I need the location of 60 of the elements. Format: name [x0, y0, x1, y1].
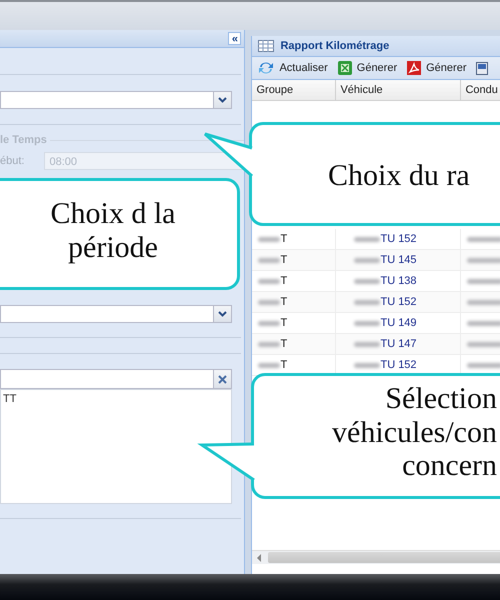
- cell-text: T: [280, 275, 288, 287]
- column-header[interactable]: Véhicule: [336, 80, 462, 100]
- cell-text: TU 152: [380, 359, 417, 371]
- pdf-icon: [407, 61, 422, 75]
- cell-text: T: [280, 317, 288, 329]
- horizontal-scrollbar[interactable]: [252, 550, 500, 564]
- blurred-text: [258, 342, 280, 346]
- blurred-text: [354, 362, 380, 368]
- dropdown-field[interactable]: [0, 91, 232, 109]
- cell-text: TU 147: [380, 338, 417, 350]
- search-field[interactable]: [0, 369, 232, 389]
- toolbar-button[interactable]: Génerer: [404, 61, 470, 75]
- cell-text: T: [280, 233, 288, 245]
- blurred-text: [258, 278, 280, 284]
- printer-icon: [476, 62, 488, 74]
- cell-text: T: [280, 254, 288, 266]
- cell-text: TU 152: [380, 233, 417, 245]
- callout: Choix d la période: [0, 178, 240, 290]
- blurred-text: [258, 236, 280, 242]
- blurred-text: [258, 258, 280, 262]
- panel-title: Rapport Kilométrage: [280, 40, 390, 52]
- column-header[interactable]: Groupe: [252, 80, 336, 100]
- callout: Sélection véhicules/con concern: [251, 373, 500, 499]
- blurred-text: [258, 320, 280, 326]
- cell-text: TU 152: [380, 296, 417, 308]
- blurred-text: [354, 258, 380, 262]
- blurred-text: [354, 278, 380, 284]
- cell-text: T: [280, 338, 288, 350]
- blurred-text: [467, 342, 500, 346]
- scroll-left-icon[interactable]: [256, 554, 262, 562]
- clear-icon[interactable]: [213, 370, 231, 388]
- collapse-button[interactable]: «: [228, 32, 242, 45]
- field-label: ébut:: [0, 155, 24, 167]
- blurred-text: [354, 342, 380, 346]
- toolbar-button[interactable]: Génerer: [334, 61, 400, 75]
- blurred-text: [354, 236, 380, 242]
- blurred-text: [354, 300, 380, 304]
- scroll-thumb[interactable]: [268, 552, 500, 563]
- cell-text: TU 145: [380, 254, 417, 266]
- spreadsheet-icon: [338, 61, 352, 75]
- blurred-text: [354, 320, 380, 326]
- dropdown-field[interactable]: [0, 305, 232, 323]
- blurred-text: [467, 258, 500, 262]
- column-header[interactable]: Condu: [461, 80, 500, 100]
- cell-text: T: [280, 296, 288, 308]
- list-item[interactable]: TT: [1, 390, 231, 405]
- blurred-text: [467, 362, 500, 368]
- blurred-text: [258, 300, 280, 304]
- grid-icon: [258, 40, 274, 52]
- cell-text: TU 138: [380, 275, 417, 287]
- blurred-text: [467, 236, 500, 242]
- callout: Choix du ra: [249, 122, 500, 226]
- refresh-icon: [258, 61, 274, 75]
- cell-text: T: [280, 359, 288, 371]
- blurred-text: [467, 300, 500, 304]
- blurred-text: [258, 362, 280, 368]
- toolbar-button[interactable]: Actualiser: [255, 61, 331, 75]
- blurred-text: [467, 278, 500, 284]
- blurred-text: [467, 320, 500, 326]
- cell-text: TU 149: [380, 317, 417, 329]
